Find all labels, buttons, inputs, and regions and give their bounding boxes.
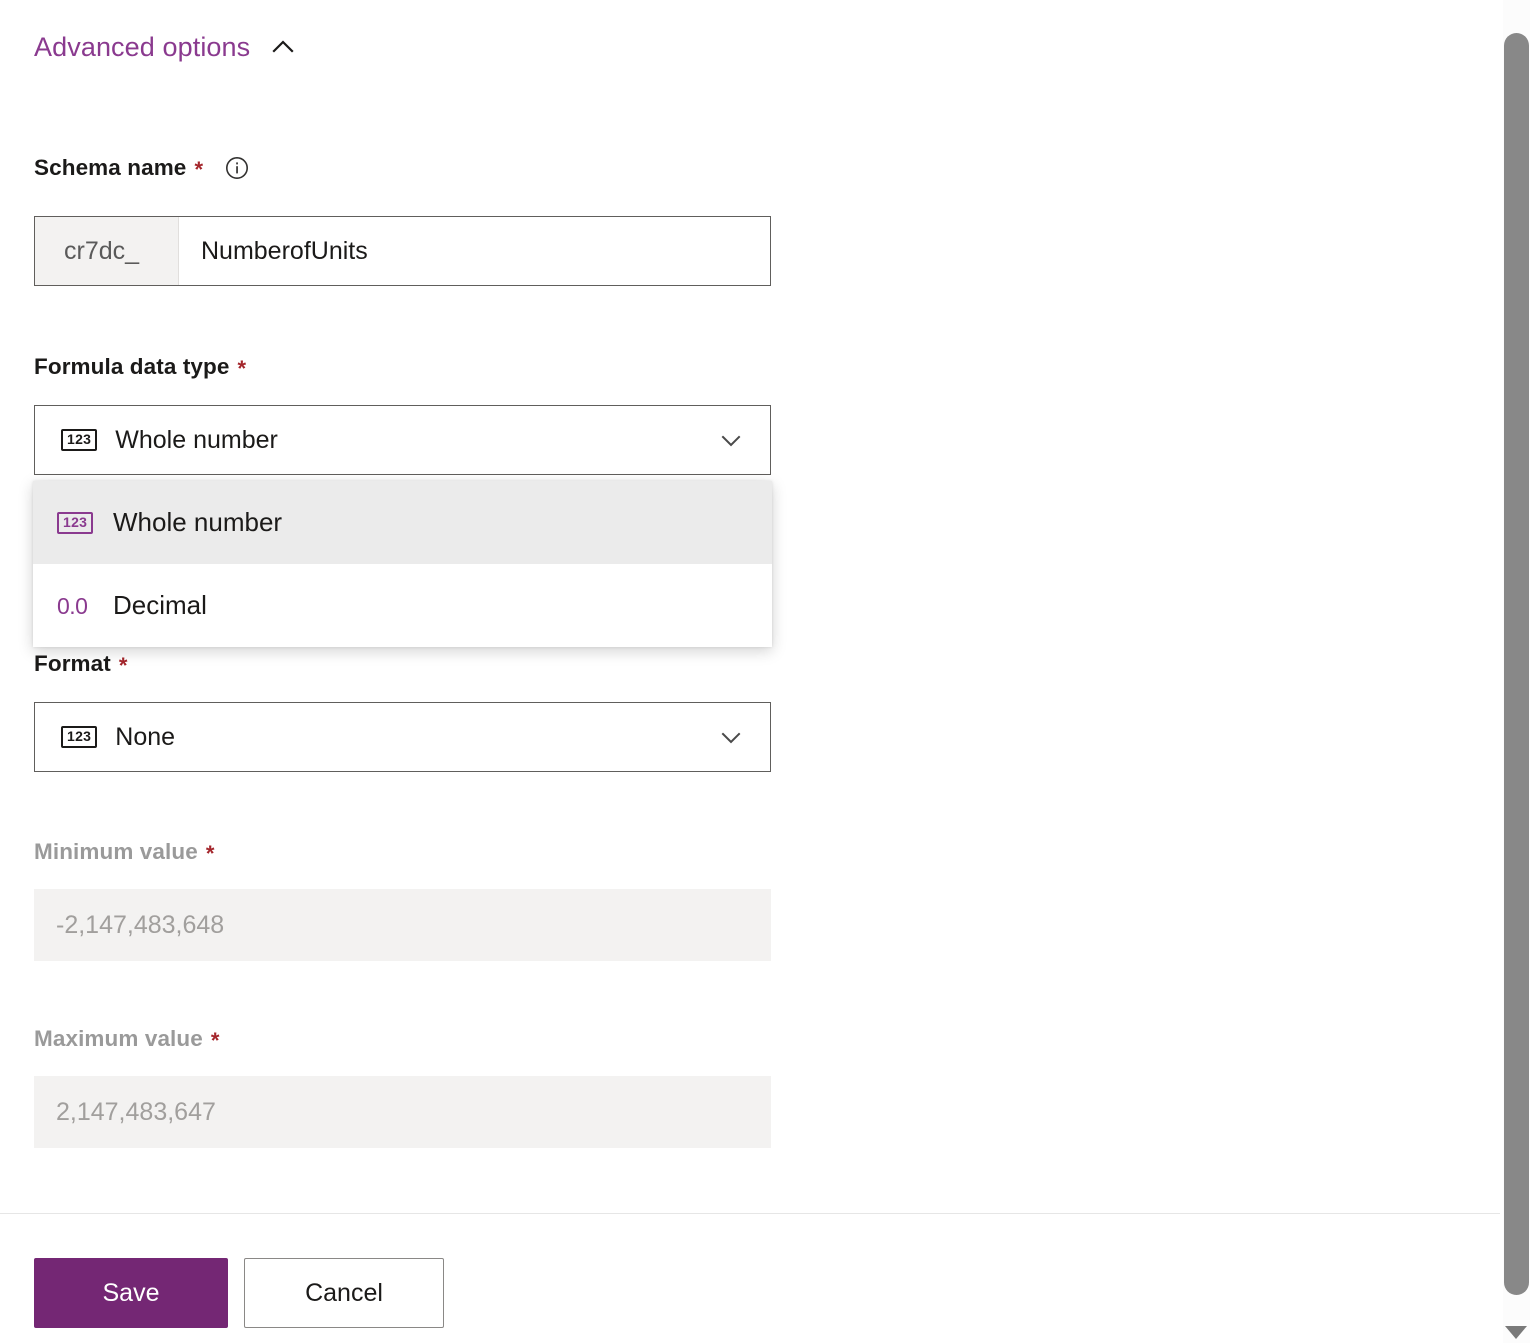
required-asterisk: * <box>211 1030 220 1052</box>
chevron-down-icon[interactable] <box>716 722 746 752</box>
format-label-text: Format <box>34 651 111 677</box>
dropdown-option-label: Whole number <box>113 507 282 538</box>
number-123-icon: 123 <box>61 726 97 748</box>
number-123-icon: 123 <box>57 512 99 534</box>
formula-data-type-options-list[interactable]: 123 Whole number 0.0 Decimal <box>33 481 772 647</box>
dropdown-option-whole-number[interactable]: 123 Whole number <box>33 481 772 564</box>
decimal-00-icon-text: 0.0 <box>57 594 87 618</box>
required-asterisk: * <box>206 843 215 865</box>
cancel-button[interactable]: Cancel <box>244 1258 444 1328</box>
advanced-options-label: Advanced options <box>34 32 250 62</box>
schema-name-input[interactable] <box>179 217 770 285</box>
schema-name-input-group[interactable]: cr7dc_ <box>34 216 771 286</box>
save-button-label: Save <box>103 1279 160 1308</box>
chevron-down-icon[interactable] <box>716 425 746 455</box>
schema-name-label: Schema name * <box>34 155 249 181</box>
maximum-value-label: Maximum value * <box>34 1026 220 1052</box>
format-label: Format * <box>34 651 128 677</box>
formula-data-type-selected-value: Whole number <box>115 426 716 455</box>
minimum-value-label: Minimum value * <box>34 839 215 865</box>
scrollbar-thumb[interactable] <box>1504 33 1529 1295</box>
maximum-value-field: 2,147,483,647 <box>34 1076 771 1148</box>
required-asterisk: * <box>119 655 128 677</box>
number-123-icon-text: 123 <box>61 726 97 748</box>
number-123-icon: 123 <box>61 429 97 451</box>
chevron-up-icon[interactable] <box>268 32 298 62</box>
formula-data-type-label: Formula data type * <box>34 354 246 380</box>
schema-name-label-text: Schema name <box>34 155 186 181</box>
caret-down-icon[interactable] <box>1505 1326 1527 1339</box>
required-asterisk: * <box>194 159 203 181</box>
maximum-value-text: 2,147,483,647 <box>56 1098 216 1127</box>
required-asterisk: * <box>238 358 247 380</box>
footer-divider <box>0 1213 1500 1214</box>
advanced-options-toggle[interactable]: Advanced options <box>34 32 298 62</box>
formula-data-type-dropdown[interactable]: 123 Whole number <box>34 405 771 475</box>
number-123-icon-text: 123 <box>61 429 97 451</box>
info-icon[interactable] <box>225 156 249 180</box>
dropdown-option-decimal[interactable]: 0.0 Decimal <box>33 564 772 647</box>
dropdown-option-label: Decimal <box>113 590 207 621</box>
maximum-value-label-text: Maximum value <box>34 1026 203 1052</box>
decimal-00-icon: 0.0 <box>57 594 99 618</box>
advanced-options-panel: Advanced options Schema name * cr7dc_ Fo… <box>0 0 1530 1343</box>
cancel-button-label: Cancel <box>305 1279 383 1308</box>
number-123-icon-text: 123 <box>57 512 93 534</box>
minimum-value-field: -2,147,483,648 <box>34 889 771 961</box>
format-selected-value: None <box>115 723 716 752</box>
panel-right-edge <box>1500 0 1501 1343</box>
minimum-value-label-text: Minimum value <box>34 839 198 865</box>
vertical-scrollbar[interactable] <box>1503 0 1530 1343</box>
schema-name-prefix: cr7dc_ <box>35 217 179 285</box>
format-dropdown[interactable]: 123 None <box>34 702 771 772</box>
minimum-value-text: -2,147,483,648 <box>56 911 224 940</box>
formula-data-type-label-text: Formula data type <box>34 354 230 380</box>
save-button[interactable]: Save <box>34 1258 228 1328</box>
